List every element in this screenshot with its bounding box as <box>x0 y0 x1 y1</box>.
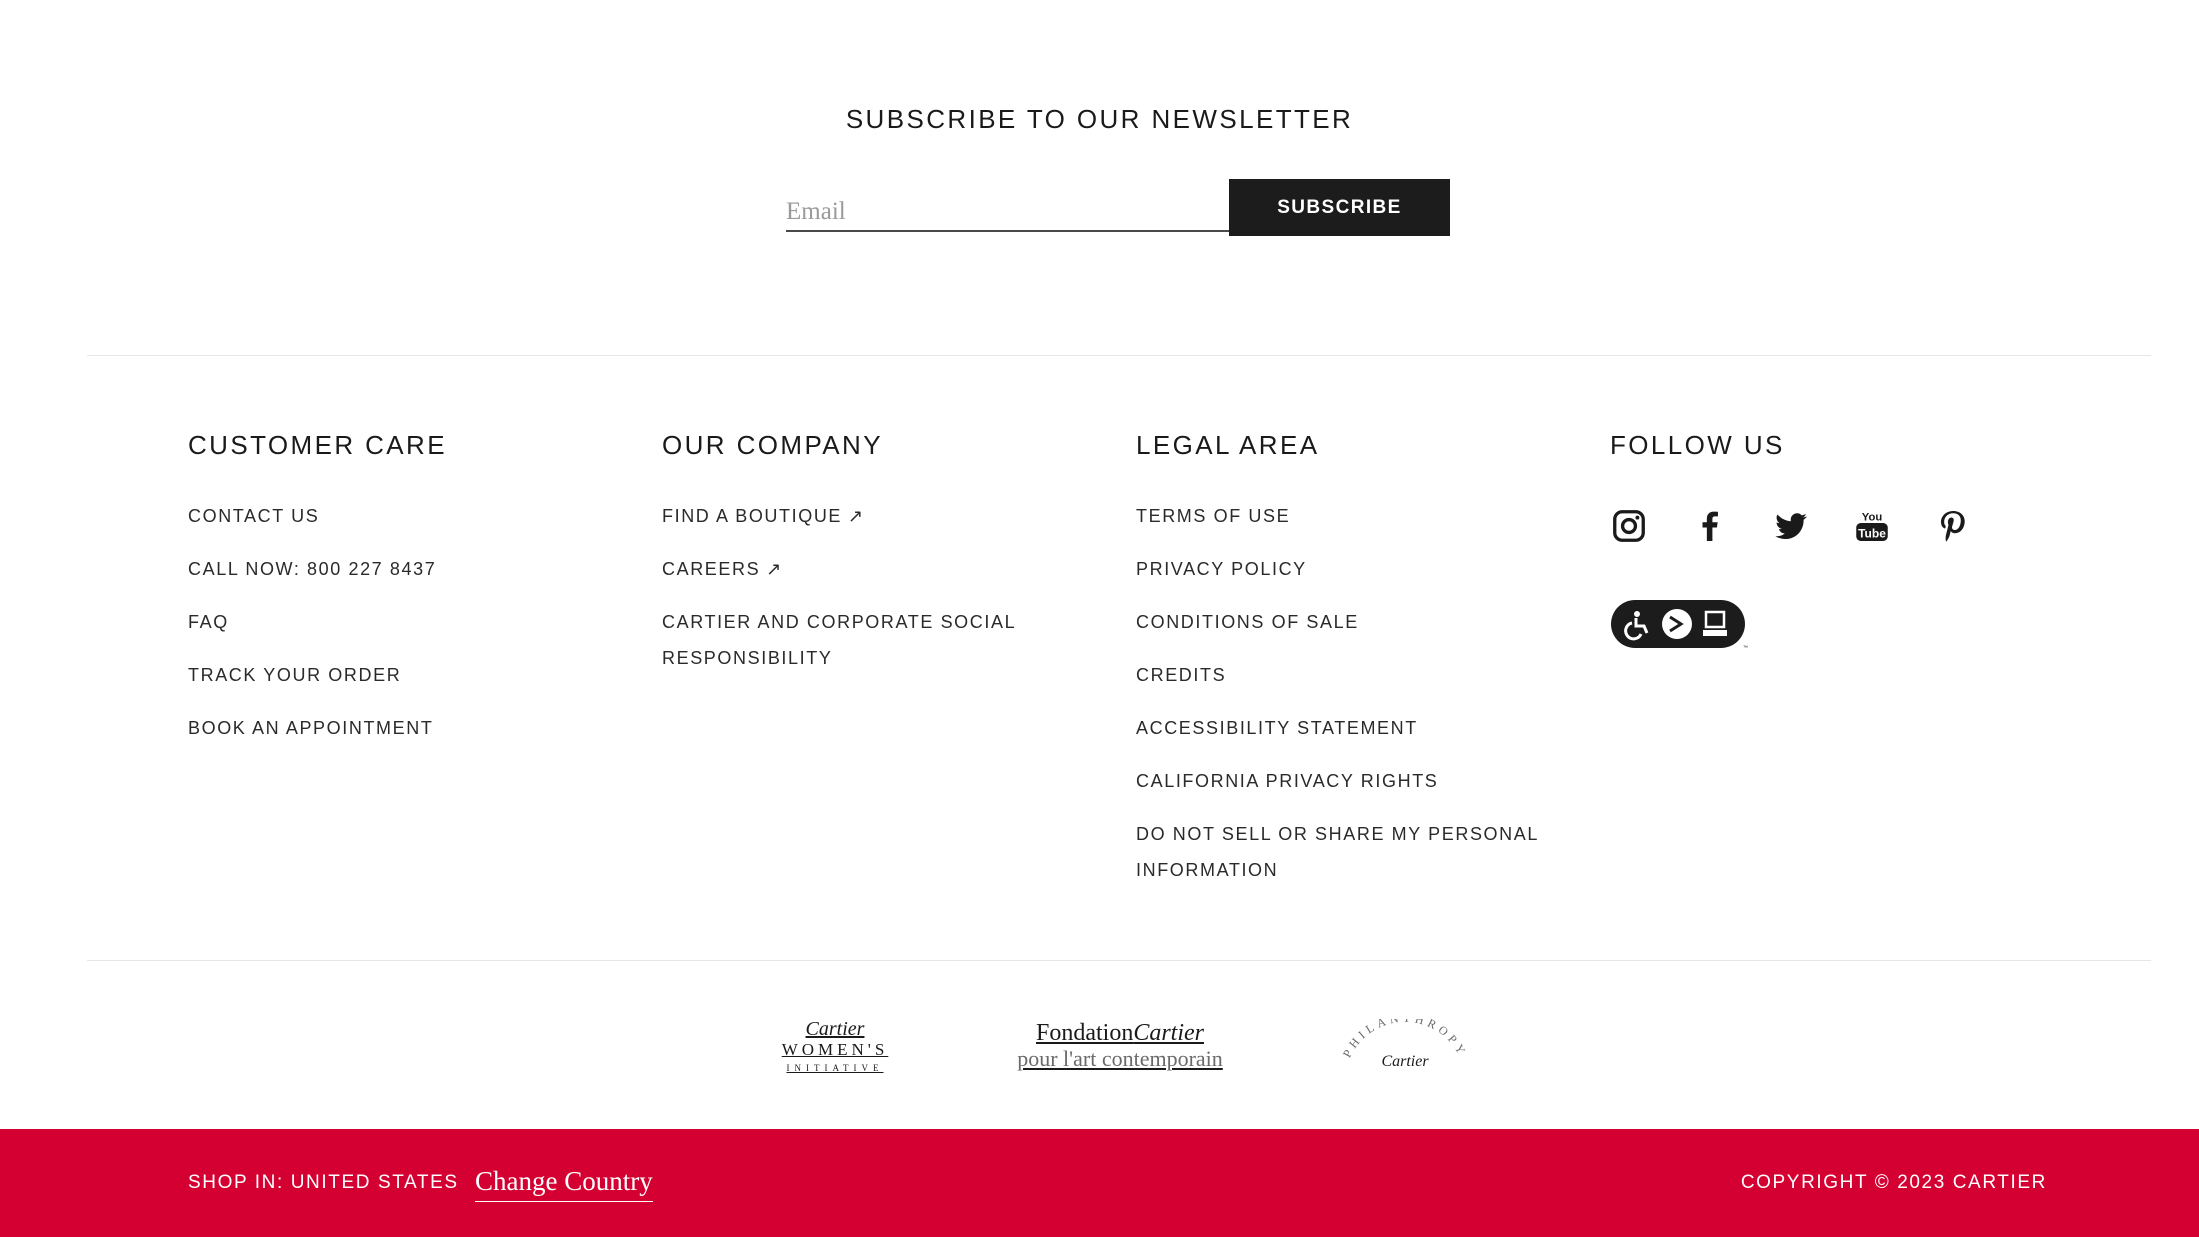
privacy-policy-link[interactable]: PRIVACY POLICY <box>1136 551 1307 587</box>
youtube-icon[interactable]: You Tube <box>1853 507 1891 545</box>
careers-label: CAREERS <box>662 559 761 579</box>
twitter-icon[interactable] <box>1772 507 1810 545</box>
external-link-icon: ↗ <box>848 506 865 526</box>
pinterest-icon[interactable] <box>1934 507 1972 545</box>
wi-line2: WOMEN'S <box>781 1040 889 1059</box>
philanthropy-logo[interactable]: PHILANTHROPY Cartier <box>1330 1011 1480 1084</box>
change-country-link[interactable]: Change Country <box>475 1166 653 1202</box>
fc-fondation: Fondation <box>1035 1020 1134 1046</box>
credits-link[interactable]: CREDITS <box>1136 657 1226 693</box>
svg-text:™: ™ <box>1743 645 1748 651</box>
legal-area-title: LEGAL AREA <box>1136 430 1320 460</box>
copyright-text: COPYRIGHT © 2023 CARTIER <box>1740 1172 2047 1193</box>
call-now-link[interactable]: CALL NOW: 800 227 8437 <box>188 551 436 587</box>
bottom-bar: SHOP IN: UNITED STATES Change Country CO… <box>0 1129 2199 1237</box>
california-privacy-link[interactable]: CALIFORNIA PRIVACY RIGHTS <box>1136 763 1438 799</box>
csr-link[interactable]: CARTIER AND CORPORATE SOCIAL RESPONSIBIL… <box>662 604 1082 676</box>
faq-link[interactable]: FAQ <box>188 604 229 640</box>
footer-page: SUBSCRIBE TO OUR NEWSLETTER SUBSCRIBE CU… <box>0 0 2199 1237</box>
do-not-sell-link[interactable]: DO NOT SELL OR SHARE MY PERSONAL INFORMA… <box>1136 816 1576 888</box>
our-company-links: FIND A BOUTIQUE ↗ CAREERS ↗ CARTIER AND CO… <box>662 498 1122 676</box>
newsletter-form: SUBSCRIBE <box>786 179 1450 236</box>
terms-of-use-link[interactable]: TERMS OF USE <box>1136 498 1290 534</box>
contact-us-link[interactable]: CONTACT US <box>188 498 319 534</box>
book-appointment-link[interactable]: BOOK AN APPOINTMENT <box>188 710 433 746</box>
facebook-icon[interactable] <box>1691 507 1729 545</box>
legal-area-links: TERMS OF USE PRIVACY POLICY CONDITIONS O… <box>1136 498 1596 888</box>
customer-care-title: CUSTOMER CARE <box>188 430 447 460</box>
fondation-cartier-logo[interactable]: FondationCartier pour l'art contemporain <box>1005 1019 1235 1071</box>
wi-line3: INITIATIVE <box>786 1063 884 1073</box>
instagram-icon[interactable] <box>1610 507 1648 545</box>
email-input[interactable] <box>786 179 1229 232</box>
careers-link[interactable]: CAREERS ↗ <box>662 551 783 587</box>
newsletter-title: SUBSCRIBE TO OUR NEWSLETTER <box>845 104 1354 134</box>
follow-us-title: FOLLOW US <box>1610 430 1785 460</box>
legal-area-column: LEGAL AREA TERMS OF USE PRIVACY POLICY C… <box>1136 425 1596 905</box>
fc-cartier: Cartier <box>1133 1020 1205 1046</box>
shop-in-label: SHOP IN: UNITED STATES <box>188 1172 459 1193</box>
youtube-text-top: You <box>1862 511 1883 523</box>
fc-subtitle: pour l'art contemporain <box>1017 1046 1223 1071</box>
social-icons: You Tube <box>1610 507 2070 545</box>
youtube-text-bottom: Tube <box>1858 526 1886 540</box>
womens-initiative-logo[interactable]: Cartier WOMEN'S INITIATIVE <box>770 1019 900 1075</box>
our-company-column: OUR COMPANY FIND A BOUTIQUE ↗ CAREERS ↗ CA… <box>662 425 1122 693</box>
accessibility-statement-link[interactable]: ACCESSIBILITY STATEMENT <box>1136 710 1418 746</box>
find-boutique-label: FIND A BOUTIQUE <box>662 506 843 526</box>
subscribe-button[interactable]: SUBSCRIBE <box>1229 179 1450 236</box>
follow-us-column: FOLLOW US You Tube ™ <box>1610 425 2070 656</box>
footer-columns: CUSTOMER CARE CONTACT US CALL NOW: 800 2… <box>0 355 2199 960</box>
customer-care-links: CONTACT US CALL NOW: 800 227 8437 FAQ TR… <box>188 498 648 746</box>
track-order-link[interactable]: TRACK YOUR ORDER <box>188 657 401 693</box>
newsletter-section: SUBSCRIBE TO OUR NEWSLETTER SUBSCRIBE <box>0 0 2199 355</box>
our-company-title: OUR COMPANY <box>662 430 883 460</box>
philanthropy-brand: Cartier <box>1381 1053 1429 1070</box>
wi-brand: Cartier <box>805 1018 865 1040</box>
conditions-of-sale-link[interactable]: CONDITIONS OF SALE <box>1136 604 1359 640</box>
find-boutique-link[interactable]: FIND A BOUTIQUE ↗ <box>662 498 865 534</box>
customer-care-column: CUSTOMER CARE CONTACT US CALL NOW: 800 2… <box>188 425 648 763</box>
partner-logos: Cartier WOMEN'S INITIATIVE FondationCart… <box>0 961 2199 1129</box>
accessibility-badge-icon[interactable]: ™ <box>1610 545 2070 656</box>
external-link-icon: ↗ <box>766 559 783 579</box>
